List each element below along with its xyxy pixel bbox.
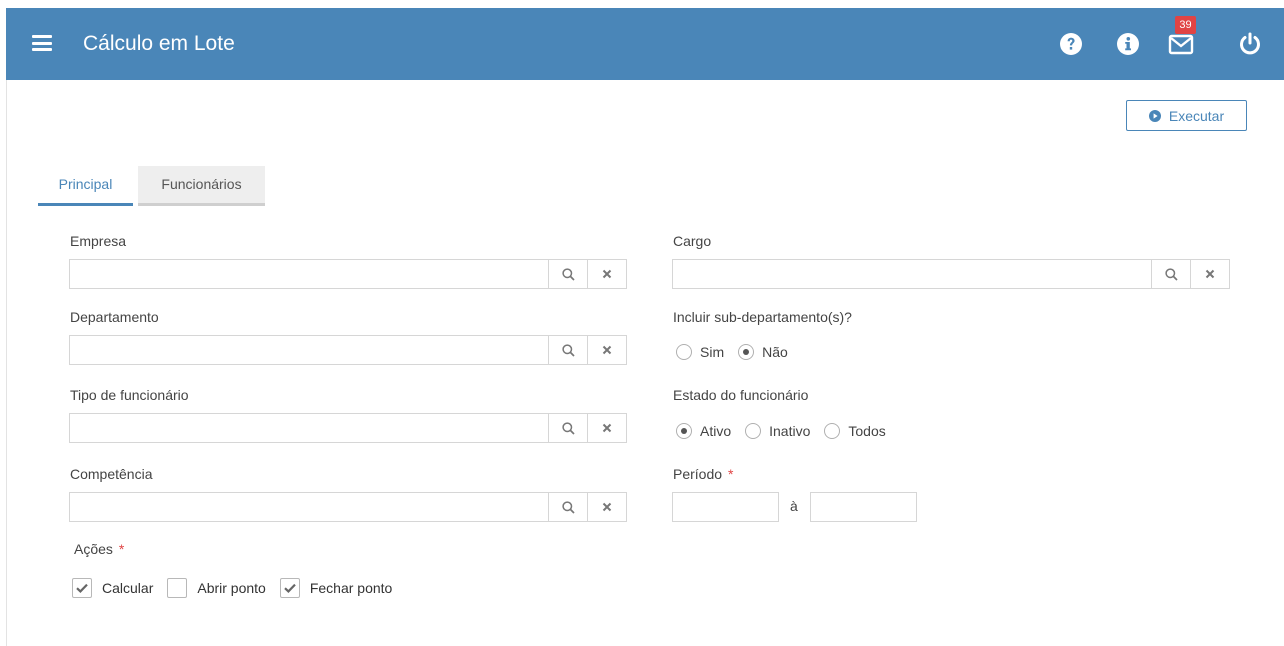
radio-button[interactable] bbox=[676, 423, 692, 439]
page-title: Cálculo em Lote bbox=[83, 32, 235, 55]
help-icon[interactable] bbox=[1059, 32, 1083, 56]
acoes-label: Ações * bbox=[74, 541, 124, 557]
required-marker: * bbox=[118, 541, 125, 557]
radio-button[interactable] bbox=[738, 344, 755, 360]
departamento-clear-button[interactable] bbox=[587, 336, 626, 364]
competencia-search-button[interactable] bbox=[548, 493, 587, 521]
empresa-clear-button[interactable] bbox=[587, 260, 626, 288]
menu-icon[interactable] bbox=[32, 35, 52, 51]
departamento-search-button[interactable] bbox=[548, 336, 587, 364]
checkmark-icon bbox=[284, 583, 296, 593]
incluir-sub-radio-group: Sim Não bbox=[676, 344, 802, 360]
checkbox-abrir-ponto[interactable] bbox=[167, 578, 188, 598]
acoes-checkbox-group: Calcular Abrir ponto Fechar ponto bbox=[72, 578, 406, 598]
periodo-label: Período * bbox=[673, 466, 734, 482]
cargo-input[interactable] bbox=[673, 260, 1151, 288]
periodo-end-input[interactable] bbox=[810, 492, 917, 522]
power-icon[interactable] bbox=[1238, 32, 1262, 56]
mail-count-badge: 39 bbox=[1175, 16, 1196, 34]
search-icon bbox=[561, 267, 575, 281]
checkbox-fechar-ponto[interactable] bbox=[279, 578, 300, 598]
search-icon bbox=[561, 343, 575, 357]
acoes-label-text: Ações bbox=[74, 541, 113, 557]
required-marker: * bbox=[728, 466, 734, 482]
check-calcular[interactable]: Calcular bbox=[72, 578, 153, 598]
app-header: Cálculo em Lote bbox=[6, 8, 1284, 80]
periodo-start-input[interactable] bbox=[672, 492, 779, 522]
execute-label: Executar bbox=[1168, 107, 1225, 124]
tab-principal[interactable]: Principal bbox=[38, 166, 133, 206]
tipo-funcionario-input[interactable] bbox=[70, 414, 548, 442]
close-icon bbox=[602, 423, 612, 433]
checkbox-label: Calcular bbox=[102, 580, 154, 596]
cargo-label: Cargo bbox=[673, 233, 712, 249]
periodo-separator: à bbox=[790, 498, 798, 514]
search-icon bbox=[561, 421, 575, 435]
radio-label: Inativo bbox=[769, 423, 811, 439]
incluir-sub-label: Incluir sub-departamento(s)? bbox=[673, 309, 852, 325]
departamento-input[interactable] bbox=[70, 336, 548, 364]
checkbox-label: Fechar ponto bbox=[309, 580, 393, 596]
radio-nao[interactable]: Não bbox=[738, 344, 788, 360]
empresa-label: Empresa bbox=[70, 233, 127, 249]
check-fechar-ponto[interactable]: Fechar ponto bbox=[279, 578, 393, 598]
search-icon bbox=[561, 500, 575, 514]
checkmark-icon bbox=[76, 583, 88, 593]
close-icon bbox=[602, 269, 612, 279]
empresa-search-button[interactable] bbox=[548, 260, 587, 288]
competencia-input[interactable] bbox=[70, 493, 548, 521]
periodo-label-text: Período bbox=[673, 466, 723, 482]
empresa-input[interactable] bbox=[70, 260, 548, 288]
close-icon bbox=[602, 345, 612, 355]
info-icon[interactable] bbox=[1116, 32, 1140, 56]
estado-label: Estado do funcionário bbox=[673, 387, 809, 403]
tab-funcionarios[interactable]: Funcionários bbox=[138, 166, 265, 206]
departamento-label: Departamento bbox=[70, 309, 159, 325]
close-icon bbox=[1205, 269, 1215, 279]
execute-button[interactable]: Executar bbox=[1126, 100, 1247, 131]
cargo-lookup bbox=[672, 259, 1230, 289]
competencia-label: Competência bbox=[70, 466, 153, 482]
radio-label: Sim bbox=[700, 344, 725, 360]
search-icon bbox=[1164, 267, 1178, 281]
tipo-funcionario-lookup bbox=[69, 413, 627, 443]
empresa-lookup bbox=[69, 259, 627, 289]
play-circle-icon bbox=[1148, 109, 1161, 122]
radio-label: Ativo bbox=[700, 423, 732, 439]
radio-ativo[interactable]: Ativo bbox=[676, 423, 731, 439]
cargo-search-button[interactable] bbox=[1151, 260, 1190, 288]
radio-todos[interactable]: Todos bbox=[824, 423, 886, 439]
departamento-lookup bbox=[69, 335, 627, 365]
close-icon bbox=[602, 502, 612, 512]
cargo-clear-button[interactable] bbox=[1190, 260, 1229, 288]
competencia-lookup bbox=[69, 492, 627, 522]
check-abrir-ponto[interactable]: Abrir ponto bbox=[167, 578, 266, 598]
radio-inativo[interactable]: Inativo bbox=[745, 423, 810, 439]
mail-icon[interactable] bbox=[1167, 30, 1195, 58]
radio-button[interactable] bbox=[824, 423, 841, 439]
tipo-funcionario-search-button[interactable] bbox=[548, 414, 587, 442]
radio-button[interactable] bbox=[745, 423, 762, 439]
content-border bbox=[6, 80, 7, 646]
checkbox-calcular[interactable] bbox=[72, 578, 92, 598]
tipo-funcionario-clear-button[interactable] bbox=[587, 414, 626, 442]
radio-label: Não bbox=[762, 344, 788, 360]
checkbox-label: Abrir ponto bbox=[197, 580, 266, 596]
competencia-clear-button[interactable] bbox=[587, 493, 626, 521]
tipo-funcionario-label: Tipo de funcionário bbox=[70, 387, 189, 403]
radio-button[interactable] bbox=[676, 344, 692, 360]
radio-sim[interactable]: Sim bbox=[676, 344, 724, 360]
radio-label: Todos bbox=[848, 423, 886, 439]
estado-radio-group: Ativo Inativo Todos bbox=[676, 423, 900, 439]
